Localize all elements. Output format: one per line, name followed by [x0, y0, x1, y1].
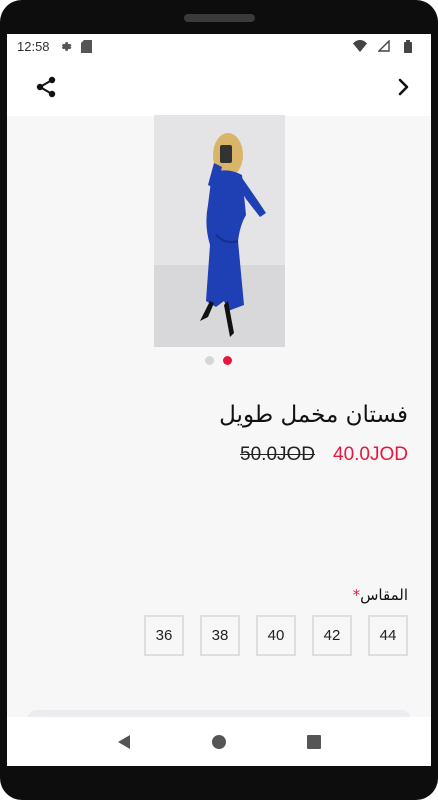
speaker-grille: [184, 14, 255, 22]
required-mark: *: [352, 586, 361, 604]
size-label: المقاس*: [349, 586, 408, 604]
carousel-dot-active[interactable]: [223, 356, 232, 365]
wifi-icon: [353, 39, 367, 53]
size-label-text: المقاس: [360, 586, 408, 604]
sd-card-icon: [80, 39, 94, 53]
home-circle-icon[interactable]: [207, 730, 231, 754]
product-title: فستان مخمل طويل: [219, 402, 408, 428]
price-row: 50.0JOD 40.0JOD: [240, 444, 408, 466]
share-icon[interactable]: [33, 74, 59, 100]
new-price: 40.0JOD: [333, 444, 408, 465]
status-bar: 12:58: [7, 34, 431, 58]
settings-icon: [60, 39, 74, 53]
size-options: 44 42 40 38 36: [144, 615, 408, 656]
status-right-icons: [353, 39, 421, 53]
size-option[interactable]: 44: [368, 615, 408, 656]
top-app-bar: [7, 58, 431, 116]
status-time: 12:58: [17, 38, 50, 54]
back-triangle-icon[interactable]: [112, 730, 136, 754]
size-option[interactable]: 42: [312, 615, 352, 656]
chevron-right-icon[interactable]: [391, 74, 417, 100]
system-nav-bar: [7, 717, 431, 766]
size-option[interactable]: 38: [200, 615, 240, 656]
carousel-indicator: [205, 356, 232, 365]
screen: 12:58 فستان مخمل طويل 50.0JOD 40.0JOD ال…: [7, 34, 431, 766]
signal-icon: [377, 39, 391, 53]
old-price: 50.0JOD: [240, 444, 316, 465]
recents-square-icon[interactable]: [302, 730, 326, 754]
battery-icon: [401, 39, 415, 53]
carousel-dot-inactive[interactable]: [205, 356, 214, 365]
size-option[interactable]: 36: [144, 615, 184, 656]
device-frame: 12:58 فستان مخمل طويل 50.0JOD 40.0JOD ال…: [0, 0, 438, 800]
size-option[interactable]: 40: [256, 615, 296, 656]
product-image[interactable]: [154, 115, 285, 347]
